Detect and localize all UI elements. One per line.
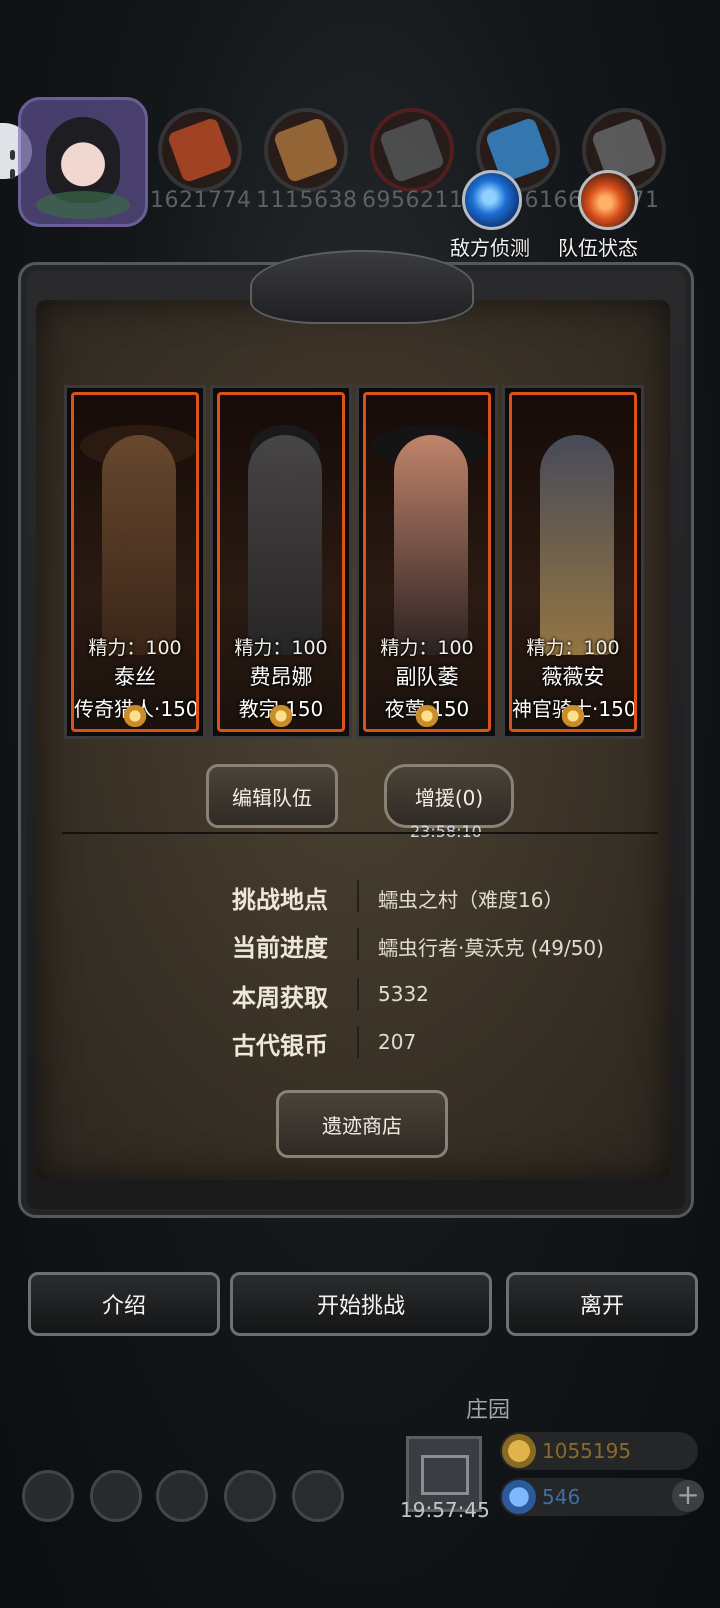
weekly-value: 5332 bbox=[378, 982, 429, 1006]
gear-icon[interactable] bbox=[292, 1470, 344, 1522]
player-avatar[interactable] bbox=[18, 97, 148, 227]
hero-energy: 精力：100 bbox=[234, 637, 328, 659]
section-divider bbox=[62, 832, 658, 834]
hero-card[interactable]: 精力：100 薇薇安 神官骑士·150 bbox=[502, 385, 644, 739]
hero-energy: 精力：100 bbox=[526, 637, 620, 659]
settings-icon[interactable] bbox=[22, 1470, 74, 1522]
team-status-label[interactable]: 队伍状态 bbox=[558, 232, 638, 261]
iron-resource-icon bbox=[370, 108, 454, 192]
add-currency-button[interactable]: + bbox=[672, 1480, 704, 1512]
progress-label: 当前进度 bbox=[232, 934, 328, 962]
start-challenge-button[interactable]: 开始挑战 bbox=[230, 1272, 492, 1336]
iron-resource-value: 6956211 bbox=[362, 188, 464, 213]
hero-card[interactable]: 精力：100 副队萎 夜莺·150 bbox=[356, 385, 498, 739]
row-separator bbox=[357, 1026, 359, 1058]
enemy-scout-icon[interactable] bbox=[462, 170, 522, 230]
hero-emblem-icon bbox=[120, 705, 150, 727]
hero-card[interactable]: 精力：100 泰丝 传奇猎人·150 bbox=[64, 385, 206, 739]
relic-shop-button[interactable]: 遗迹商店 bbox=[276, 1090, 448, 1158]
hero-emblem-icon bbox=[412, 705, 442, 727]
hero-card[interactable]: 精力：100 费昂娜 教宗·150 bbox=[210, 385, 352, 739]
hero-portrait bbox=[248, 435, 322, 655]
wood-resource-value: 1115638 bbox=[256, 188, 358, 213]
manor-label[interactable]: 庄园 bbox=[466, 1392, 510, 1424]
gold-value: 1055195 bbox=[542, 1439, 632, 1463]
intro-button[interactable]: 介绍 bbox=[28, 1272, 220, 1336]
hero-name: 薇薇安 bbox=[541, 665, 605, 689]
progress-value: 蠕虫行者·莫沃克 (49/50) bbox=[378, 936, 604, 960]
leave-button[interactable]: 离开 bbox=[506, 1272, 698, 1336]
hero-emblem-icon bbox=[558, 705, 588, 727]
row-separator bbox=[357, 880, 359, 912]
mail-icon[interactable] bbox=[224, 1470, 276, 1522]
row-separator bbox=[357, 928, 359, 960]
hero-portrait bbox=[102, 435, 176, 655]
meat-resource-value: 1621774 bbox=[150, 188, 252, 213]
gift-timer: 19:57:45 bbox=[400, 1498, 490, 1522]
avatar-laurel bbox=[36, 191, 130, 219]
meat-resource-icon bbox=[158, 108, 242, 192]
hero-energy: 精力：100 bbox=[88, 637, 182, 659]
gold-coin-icon bbox=[502, 1434, 536, 1468]
scroll-icon[interactable] bbox=[156, 1470, 208, 1522]
hero-name: 副队萎 bbox=[395, 665, 459, 689]
weekly-label: 本周获取 bbox=[232, 984, 328, 1012]
panel-crest-ornament bbox=[250, 250, 474, 324]
battle-icon[interactable] bbox=[90, 1470, 142, 1522]
ancient-coin-value: 207 bbox=[378, 1030, 417, 1054]
gem-value: 546 bbox=[542, 1485, 581, 1509]
hero-portrait bbox=[540, 435, 614, 655]
ancient-coin-label: 古代银币 bbox=[232, 1032, 328, 1060]
gold-currency: 1055195 bbox=[500, 1432, 698, 1470]
gem-currency: 546 bbox=[500, 1478, 698, 1516]
team-status-icon[interactable] bbox=[578, 170, 638, 230]
enemy-scout-label[interactable]: 敌方侦测 bbox=[450, 232, 530, 261]
hero-emblem-icon bbox=[266, 705, 296, 727]
hero-name: 费昂娜 bbox=[249, 665, 313, 689]
reinforce-button[interactable]: 增援(0) bbox=[384, 764, 514, 828]
location-value: 蠕虫之村（难度16） bbox=[378, 888, 564, 912]
gem-icon bbox=[502, 1480, 536, 1514]
location-label: 挑战地点 bbox=[232, 886, 328, 914]
edit-team-button[interactable]: 编辑队伍 bbox=[206, 764, 338, 828]
hero-portrait bbox=[394, 435, 468, 655]
wood-resource-icon bbox=[264, 108, 348, 192]
hero-energy: 精力：100 bbox=[380, 637, 474, 659]
hero-name: 泰丝 bbox=[114, 665, 156, 689]
row-separator bbox=[357, 978, 359, 1010]
